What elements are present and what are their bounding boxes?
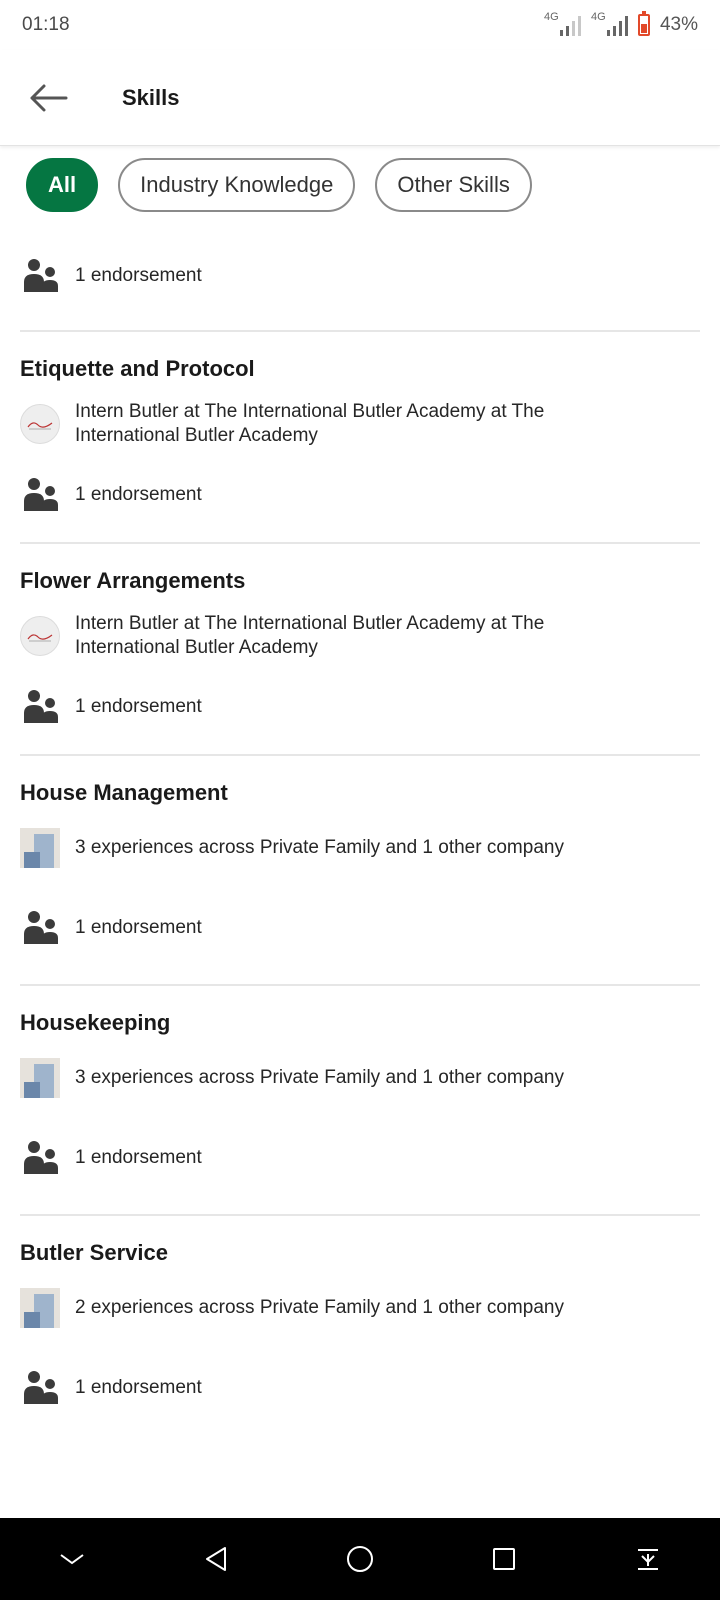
system-navigation-bar (0, 1518, 720, 1600)
skills-list: 1 endorsement Etiquette and Protocol Int… (0, 222, 720, 1444)
nav-recents-button[interactable] (474, 1529, 534, 1589)
people-icon (24, 911, 58, 944)
skill-item: House Management 3 experiences across Pr… (20, 754, 700, 984)
filter-chip-industry-knowledge[interactable]: Industry Knowledge (118, 158, 356, 212)
people-icon (24, 1371, 58, 1404)
signal-icon: 4G (543, 11, 581, 36)
experience-text: 3 experiences across Private Family and … (75, 1067, 564, 1088)
experience-text: 3 experiences across Private Family and … (75, 837, 564, 858)
experience-row: 2 experiences across Private Family and … (0, 1284, 720, 1332)
skill-name[interactable]: Etiquette and Protocol (0, 332, 720, 400)
experience-row: Intern Butler at The International Butle… (0, 400, 720, 448)
skill-item: Etiquette and Protocol Intern Butler at … (20, 330, 700, 542)
company-logo-icon (20, 404, 60, 444)
people-icon (24, 1141, 58, 1174)
back-button[interactable] (0, 50, 96, 146)
filter-chips: All Industry Knowledge Other Skills (26, 158, 532, 212)
network-type-label: 4G (543, 11, 559, 23)
company-logo-icon (20, 616, 60, 656)
signal-icon: 4G (590, 11, 628, 36)
page-title: Skills (122, 84, 180, 110)
pull-down-icon (638, 1549, 658, 1570)
status-icons: 4G 4G 43% (543, 11, 698, 36)
app-bar: Skills (0, 50, 720, 146)
hide-nav-button[interactable] (42, 1529, 102, 1589)
endorsement-row[interactable]: 1 endorsement (0, 222, 720, 330)
triangle-back-icon (206, 1547, 226, 1571)
skill-name[interactable]: House Management (0, 756, 720, 824)
endorsement-count: 1 endorsement (75, 1147, 202, 1168)
nav-home-button[interactable] (330, 1529, 390, 1589)
status-time: 01:18 (22, 14, 70, 35)
endorsement-row[interactable]: 1 endorsement (0, 1102, 720, 1214)
skill-name[interactable]: Housekeeping (0, 986, 720, 1054)
endorsement-count: 1 endorsement (75, 1377, 202, 1398)
battery-icon (637, 11, 650, 36)
square-recents-icon (493, 1548, 515, 1570)
experience-row: 3 experiences across Private Family and … (0, 1054, 720, 1102)
experience-row: 3 experiences across Private Family and … (0, 824, 720, 872)
people-icon (24, 690, 58, 723)
company-logo-icon (20, 1288, 60, 1328)
skill-item: Butler Service 2 experiences across Priv… (20, 1214, 700, 1444)
people-icon (24, 259, 58, 292)
people-icon (24, 478, 58, 511)
endorsement-row[interactable]: 1 endorsement (0, 660, 720, 754)
experience-text: Intern Butler at The International Butle… (75, 613, 545, 658)
experience-text: Intern Butler at The International Butle… (75, 401, 545, 446)
endorsement-row[interactable]: 1 endorsement (0, 1332, 720, 1444)
company-logo-icon (20, 1058, 60, 1098)
notification-pull-button[interactable] (618, 1529, 678, 1589)
endorsement-count: 1 endorsement (75, 696, 202, 717)
network-type-label: 4G (590, 11, 606, 23)
chevron-down-icon (60, 1554, 84, 1565)
endorsement-count: 1 endorsement (75, 265, 202, 286)
endorsement-count: 1 endorsement (75, 917, 202, 938)
skill-name[interactable]: Butler Service (0, 1216, 720, 1284)
endorsement-row[interactable]: 1 endorsement (0, 872, 720, 984)
skill-item: Housekeeping 3 experiences across Privat… (20, 984, 700, 1214)
skill-item: Flower Arrangements Intern Butler at The… (20, 542, 700, 754)
endorsement-count: 1 endorsement (75, 484, 202, 505)
filter-chip-all[interactable]: All (26, 158, 99, 212)
skill-name[interactable]: Flower Arrangements (0, 544, 720, 612)
back-arrow-icon (30, 84, 68, 111)
battery-level: 43% (659, 14, 698, 35)
nav-back-button[interactable] (186, 1529, 246, 1589)
circle-home-icon (347, 1546, 373, 1572)
experience-row: Intern Butler at The International Butle… (0, 612, 720, 660)
experience-text: 2 experiences across Private Family and … (75, 1297, 564, 1318)
endorsement-row[interactable]: 1 endorsement (0, 448, 720, 542)
filter-chip-other-skills[interactable]: Other Skills (375, 158, 532, 212)
company-logo-icon (20, 828, 60, 868)
status-bar: 01:18 4G 4G 43% (0, 0, 720, 50)
